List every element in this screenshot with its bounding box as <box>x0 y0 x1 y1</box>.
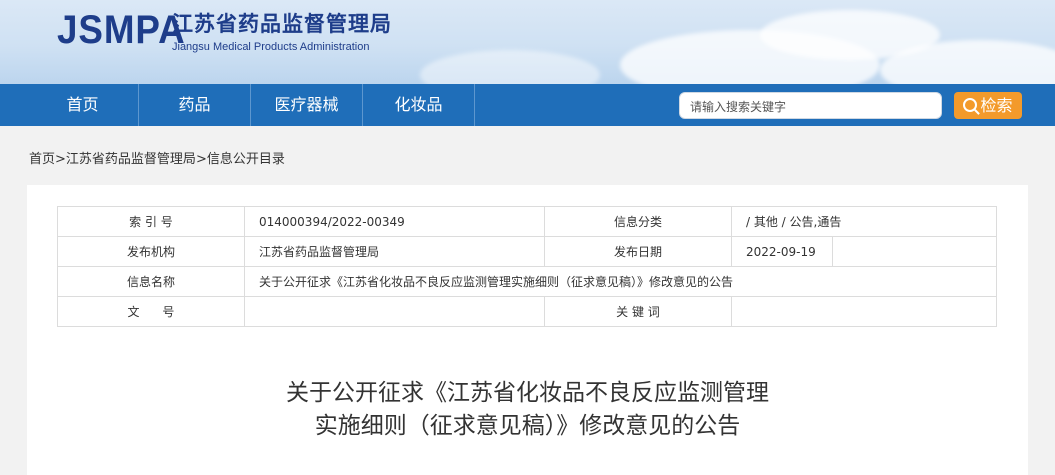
nav-item-home[interactable]: 首页 <box>27 84 139 126</box>
agency-name-en: Jiangsu Medical Products Administration <box>172 41 370 53</box>
category-value: / 其他 / 公告,通告 <box>731 206 997 237</box>
search-button[interactable]: 检索 <box>954 92 1022 119</box>
agency-name: 江苏省药品监督管理局 Jiangsu Medical Products Admi… <box>172 8 392 53</box>
name-value: 关于公开征求《江苏省化妆品不良反应监测管理实施细则（征求意见稿）》修改意见的公告 <box>244 266 997 297</box>
table-row: 信息名称 关于公开征求《江苏省化妆品不良反应监测管理实施细则（征求意见稿）》修改… <box>57 266 997 297</box>
breadcrumb-home[interactable]: 首页 <box>29 152 55 167</box>
publisher-value: 江苏省药品监督管理局 <box>244 236 545 267</box>
site-logo[interactable]: JSMPA <box>57 8 186 53</box>
info-metadata-table: 索 引 号 014000394/2022-00349 信息分类 / 其他 / 公… <box>57 206 997 327</box>
search-box <box>679 92 942 120</box>
name-label: 信息名称 <box>57 266 245 297</box>
doc-no-value <box>244 296 545 327</box>
date-value: 2022-09-19 <box>731 236 833 267</box>
keywords-value <box>731 296 997 327</box>
cloud-decoration <box>420 50 600 84</box>
breadcrumb: 首页>江苏省药品监督管理局>信息公开目录 <box>29 148 285 167</box>
doc-no-label: 文 号 <box>57 296 245 327</box>
index-label: 索 引 号 <box>57 206 245 237</box>
index-value: 014000394/2022-00349 <box>244 206 545 237</box>
search-button-label: 检索 <box>980 96 1013 115</box>
table-row: 索 引 号 014000394/2022-00349 信息分类 / 其他 / 公… <box>57 206 997 237</box>
nav-item-cosmetics[interactable]: 化妆品 <box>363 84 475 126</box>
document-title-line2: 实施细则（征求意见稿）》修改意见的公告 <box>314 413 741 439</box>
search-icon <box>963 98 978 112</box>
breadcrumb-level1[interactable]: 江苏省药品监督管理局 <box>66 152 196 167</box>
table-row: 文 号 关 键 词 <box>57 296 997 327</box>
date-empty-cell <box>832 236 997 267</box>
agency-name-cn: 江苏省药品监督管理局 <box>172 12 392 36</box>
keywords-label: 关 键 词 <box>544 296 732 327</box>
category-label: 信息分类 <box>544 206 732 237</box>
main-nav: 首页 药品 医疗器械 化妆品 检索 <box>0 84 1055 126</box>
breadcrumb-separator: > <box>195 152 207 167</box>
search-input[interactable] <box>680 93 932 120</box>
table-row: 发布机构 江苏省药品监督管理局 发布日期 2022-09-19 <box>57 236 997 267</box>
nav-item-drugs[interactable]: 药品 <box>139 84 251 126</box>
publisher-label: 发布机构 <box>57 236 245 267</box>
breadcrumb-separator: > <box>55 152 66 167</box>
breadcrumb-level2[interactable]: 信息公开目录 <box>207 152 285 167</box>
document-title-line1: 关于公开征求《江苏省化妆品不良反应监测管理 <box>286 380 769 406</box>
content-panel: 索 引 号 014000394/2022-00349 信息分类 / 其他 / 公… <box>27 185 1028 475</box>
date-label: 发布日期 <box>544 236 732 267</box>
nav-item-medical-devices[interactable]: 医疗器械 <box>251 84 363 126</box>
header-banner: JSMPA 江苏省药品监督管理局 Jiangsu Medical Product… <box>0 0 1055 84</box>
